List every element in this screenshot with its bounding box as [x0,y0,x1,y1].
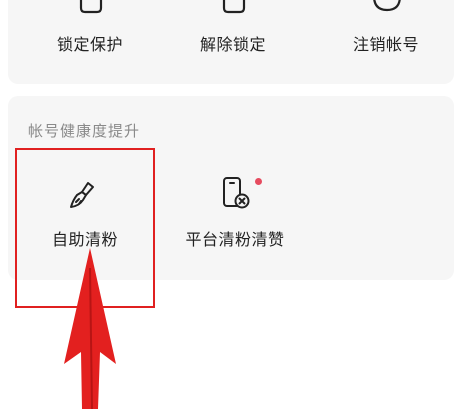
lock-protection-action[interactable]: 锁定保护 [20,0,160,60]
deactivate-account-icon [373,0,401,12]
lock-device-icon [79,0,103,14]
deactivate-account-action[interactable]: 注销帐号 [316,0,456,60]
deactivate-account-label: 注销帐号 [352,35,419,54]
red-arrow-annotation [64,248,116,409]
phone-clean-icon [223,177,250,209]
unlock-label: 解除锁定 [199,35,266,54]
notification-dot [255,178,262,185]
platform-clean-label: 平台清粉清赞 [185,230,285,249]
lock-protection-label: 锁定保护 [56,35,123,54]
unlock-device-icon [222,0,246,14]
platform-clean-action[interactable]: 平台清粉清赞 [165,170,305,250]
section-title: 帐号健康度提升 [28,122,141,140]
unlock-action[interactable]: 解除锁定 [163,0,303,60]
